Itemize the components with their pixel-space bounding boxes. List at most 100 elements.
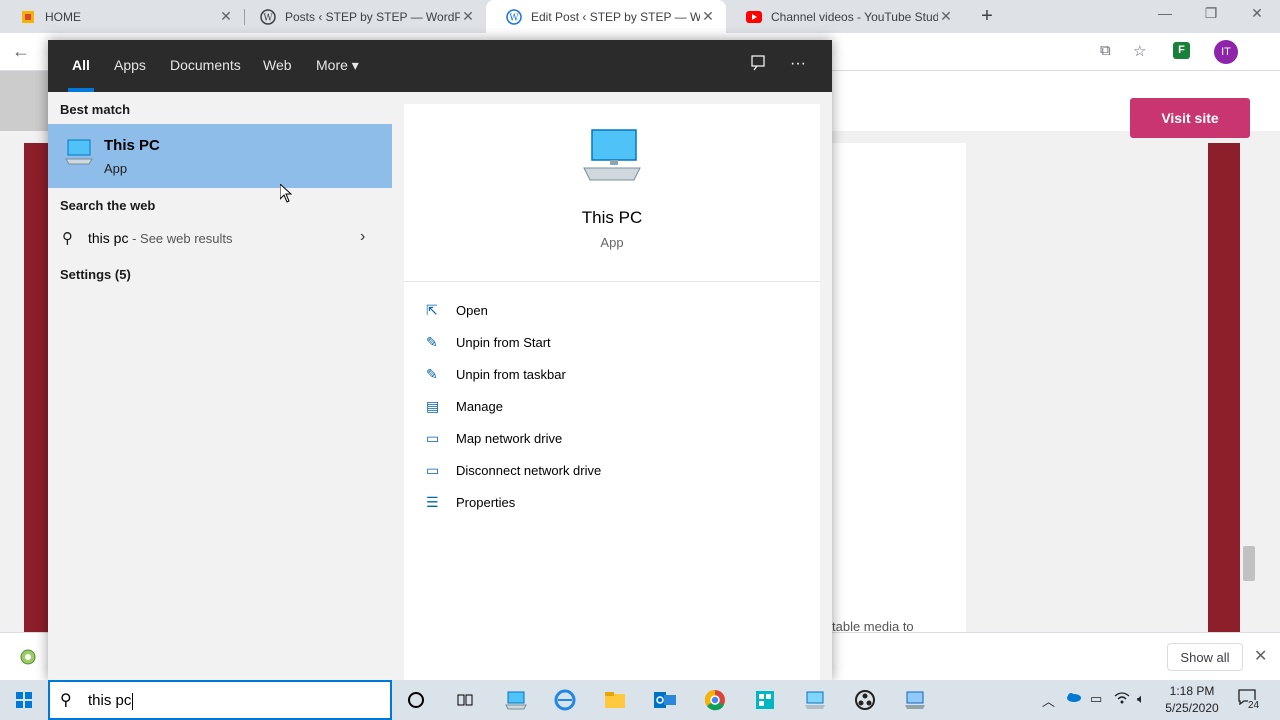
scrollbar-thumb[interactable]: [1243, 546, 1255, 581]
windows-logo-icon: [16, 692, 32, 708]
tab-documents[interactable]: Documents: [170, 57, 241, 73]
tab-posts[interactable]: W Posts ‹ STEP by STEP — WordPre ✕: [240, 0, 486, 33]
action-unpin-taskbar[interactable]: ✎ Unpin from taskbar: [426, 361, 806, 387]
visit-site-button[interactable]: Visit site: [1130, 98, 1250, 138]
action-label: Disconnect network drive: [456, 462, 602, 478]
restore-icon[interactable]: ❐: [1196, 5, 1226, 22]
computer-icon: [582, 128, 642, 184]
profile-avatar[interactable]: IT: [1214, 40, 1238, 64]
svg-text:W: W: [509, 13, 519, 23]
obs-icon[interactable]: [853, 688, 877, 712]
network-drive-icon: ▭: [426, 461, 440, 478]
wifi-icon[interactable]: [1114, 691, 1130, 708]
editor-background: [966, 143, 1208, 633]
onedrive-icon[interactable]: [1065, 691, 1081, 706]
action-disconnect-network-drive[interactable]: ▭ Disconnect network drive: [426, 457, 806, 483]
back-arrow-icon[interactable]: ←: [12, 41, 30, 62]
wordpress-icon: W: [506, 8, 522, 25]
tab-more[interactable]: More ▾: [316, 57, 359, 74]
chrome-icon[interactable]: [703, 688, 727, 712]
open-icon: ⇱: [426, 301, 438, 318]
svg-text:W: W: [263, 13, 273, 23]
close-tab-icon[interactable]: ✕: [938, 8, 954, 25]
tab-apps[interactable]: Apps: [114, 57, 146, 73]
app-grid-icon[interactable]: [753, 688, 777, 712]
action-manage[interactable]: ▤ Manage: [426, 393, 806, 419]
search-web-heading: Search the web: [60, 198, 156, 213]
notification-count-badge: 24: [1248, 700, 1260, 711]
tab-title: HOME: [45, 9, 81, 24]
action-label: Map network drive: [456, 430, 563, 446]
tab-all[interactable]: All: [72, 57, 90, 73]
show-all-downloads-button[interactable]: Show all: [1167, 643, 1243, 671]
download-file-icon[interactable]: [20, 649, 36, 668]
close-tab-icon[interactable]: ✕: [460, 8, 476, 25]
unpin-icon: ✎: [426, 333, 438, 350]
best-match-result[interactable]: This PC App: [48, 124, 392, 188]
search-input-value: this pc: [88, 692, 132, 709]
tab-title: Posts ‹ STEP by STEP — WordPre: [285, 9, 460, 24]
settings-group[interactable]: Settings (5): [60, 267, 131, 282]
theme-border-right: [1208, 143, 1240, 633]
result-type: App: [104, 161, 128, 176]
action-label: Open: [456, 302, 488, 318]
windows-search-panel: All Apps Documents Web More ▾ ··· Best m…: [48, 40, 832, 680]
close-downloads-icon[interactable]: ✕: [1254, 646, 1267, 666]
extension-icon[interactable]: F: [1173, 42, 1190, 59]
cortana-icon[interactable]: [404, 688, 428, 712]
feedback-icon[interactable]: [750, 55, 766, 76]
result-name: This PC: [104, 137, 160, 154]
search-box[interactable]: ⚲ this pc: [48, 680, 392, 720]
edge-browser-icon[interactable]: [553, 688, 577, 712]
web-search-result[interactable]: ⚲ this pc - See web results ›: [48, 226, 392, 252]
battery-icon[interactable]: ▭: [1090, 691, 1102, 707]
close-window-icon[interactable]: ✕: [1242, 5, 1272, 22]
snipping-tool-icon[interactable]: [903, 688, 927, 712]
web-query: this pc: [88, 230, 129, 246]
more-options-icon[interactable]: ···: [790, 55, 806, 73]
tab-title: Channel videos - YouTube Studio: [771, 9, 938, 24]
clock-date: 5/25/2020: [1165, 701, 1219, 715]
action-properties[interactable]: ☰ Properties: [426, 489, 806, 515]
detail-type: App: [600, 235, 624, 250]
this-pc-taskbar-icon[interactable]: [504, 688, 528, 712]
network-drive-icon: ▭: [426, 429, 440, 446]
youtube-icon: [746, 9, 762, 25]
outlook-icon[interactable]: [653, 688, 677, 712]
properties-icon: ☰: [426, 493, 439, 510]
new-tab-button[interactable]: +: [976, 6, 998, 28]
editor-content-area: [832, 143, 966, 633]
file-explorer-icon[interactable]: [603, 688, 627, 712]
open-external-icon[interactable]: ⧉: [1100, 42, 1111, 59]
action-unpin-start[interactable]: ✎ Unpin from Start: [426, 329, 806, 355]
action-map-network-drive[interactable]: ▭ Map network drive: [426, 425, 806, 451]
show-hidden-icons-icon[interactable]: ︿: [1042, 691, 1055, 710]
tab-edit-post[interactable]: W Edit Post ‹ STEP by STEP — Word ✕: [486, 0, 726, 33]
mouse-cursor-icon: [279, 182, 293, 207]
volume-icon[interactable]: 🔈︎: [1137, 691, 1145, 707]
action-label: Unpin from taskbar: [456, 366, 566, 382]
action-label: Properties: [456, 494, 516, 510]
wordpress-logo[interactable]: [0, 71, 48, 131]
search-icon: ⚲: [62, 230, 73, 247]
bookmark-star-icon[interactable]: ☆: [1133, 42, 1146, 60]
computer-icon: [64, 137, 94, 167]
text-caret: [132, 692, 134, 710]
results-list: Best match This PC App Search the web ⚲ …: [48, 92, 392, 680]
tab-web[interactable]: Web: [263, 57, 292, 73]
close-tab-icon[interactable]: ✕: [700, 8, 716, 25]
task-view-icon[interactable]: [453, 688, 477, 712]
start-button[interactable]: [0, 680, 48, 720]
browser-tab-strip: HOME ✕ W Posts ‹ STEP by STEP — WordPre …: [0, 0, 1280, 33]
minimize-icon[interactable]: —: [1150, 5, 1180, 21]
search-filter-bar: All Apps Documents Web More ▾ ···: [48, 40, 832, 92]
tab-home[interactable]: HOME ✕: [0, 0, 244, 33]
action-open[interactable]: ⇱ Open: [426, 297, 806, 323]
detail-title: This PC: [581, 208, 643, 227]
tab-youtube-studio[interactable]: Channel videos - YouTube Studio ✕: [726, 0, 964, 33]
computer-app-icon[interactable]: [803, 688, 827, 712]
system-clock[interactable]: 1:18 PM 5/25/2020: [1160, 683, 1224, 717]
web-suffix: - See web results: [128, 231, 233, 246]
close-tab-icon[interactable]: ✕: [218, 8, 234, 25]
best-match-heading: Best match: [60, 102, 131, 117]
